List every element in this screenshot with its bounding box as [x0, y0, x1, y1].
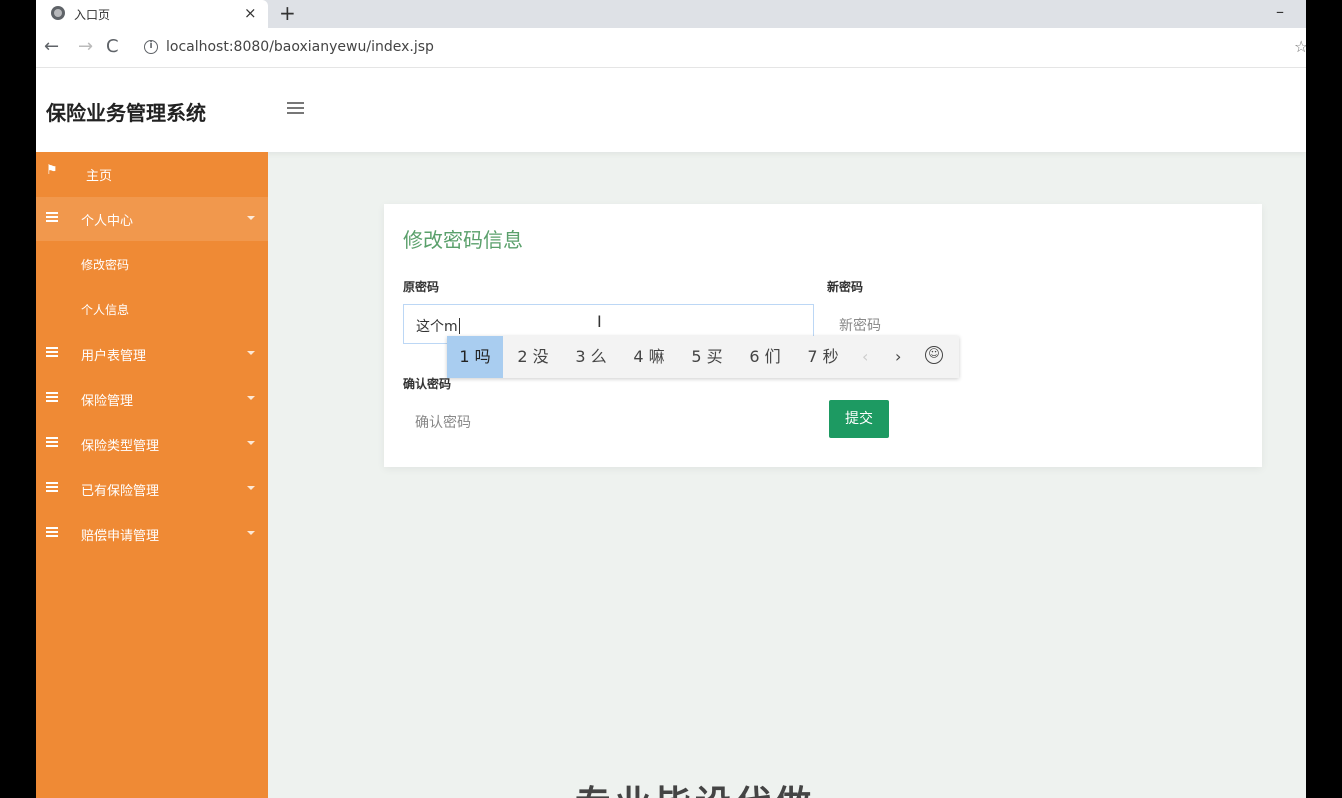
- list-icon: [46, 527, 58, 537]
- caret-down-icon: [247, 396, 255, 400]
- confirm-password-field[interactable]: 确认密码: [403, 401, 814, 441]
- emoji-icon[interactable]: ☺: [925, 346, 943, 364]
- sidebar-item-label: 赔偿申请管理: [81, 529, 160, 544]
- sidebar-item-label: 用户表管理: [81, 349, 147, 364]
- ime-next-page-icon[interactable]: ›: [895, 336, 901, 378]
- caret-down-icon: [247, 441, 255, 445]
- page: 保险业务管理系统 主页 个人中心 修改密码 个人信息: [36, 69, 1306, 798]
- sidebar: 主页 个人中心 修改密码 个人信息 用户表管理: [36, 152, 268, 798]
- caret-down-icon: [247, 216, 255, 220]
- ime-candidate-bar: 1 吗 2 没 3 么 4 嘛 5 买 6 们 7 秒 ‹ › ☺: [447, 336, 959, 378]
- list-icon: [46, 482, 58, 492]
- flag-icon: [46, 163, 58, 178]
- forward-arrow-icon[interactable]: →: [78, 36, 93, 57]
- tab-title: 入口页: [74, 8, 111, 22]
- browser-tab[interactable]: 入口页 ×: [36, 0, 268, 28]
- info-icon[interactable]: i: [144, 40, 158, 54]
- browser-toolbar: ← → C i localhost:8080/baoxianyewu/index…: [36, 28, 1306, 68]
- list-icon: [46, 212, 58, 222]
- sidebar-subitem-change-password[interactable]: 修改密码: [36, 242, 268, 286]
- sidebar-subitem-label: 个人信息: [81, 303, 130, 317]
- caret-down-icon: [247, 486, 255, 490]
- new-password-label: 新密码: [827, 280, 864, 294]
- card-title: 修改密码信息: [403, 228, 523, 252]
- sidebar-item-label: 已有保险管理: [81, 484, 160, 499]
- caret-down-icon: [247, 351, 255, 355]
- ime-candidate[interactable]: 1 吗: [447, 336, 503, 378]
- ime-candidate[interactable]: 7 秒: [795, 336, 851, 378]
- sidebar-item-user-table[interactable]: 用户表管理: [36, 332, 268, 376]
- back-arrow-icon[interactable]: ←: [44, 36, 59, 57]
- hamburger-menu-icon[interactable]: [287, 102, 304, 114]
- app-title: 保险业务管理系统: [46, 101, 206, 125]
- list-icon: [46, 437, 58, 447]
- sidebar-item-label: 保险管理: [81, 394, 134, 409]
- sidebar-item-label: 主页: [86, 169, 113, 184]
- address-bar[interactable]: localhost:8080/baoxianyewu/index.jsp: [166, 39, 434, 55]
- browser-window: 入口页 × + – ← → C i localhost:8080/baoxian…: [36, 0, 1306, 798]
- text-caret: [458, 318, 460, 334]
- sidebar-subitem-personal-info[interactable]: 个人信息: [36, 287, 268, 331]
- list-icon: [46, 347, 58, 357]
- old-password-value: 这个m: [416, 319, 458, 335]
- sidebar-item-insurance-type[interactable]: 保险类型管理: [36, 422, 268, 466]
- submit-button[interactable]: 提交: [829, 400, 889, 438]
- list-icon: [46, 392, 58, 402]
- globe-icon: [51, 6, 65, 20]
- background-banner-text: 专业毕设代做: [575, 775, 815, 798]
- confirm-password-label: 确认密码: [403, 377, 452, 391]
- ime-candidate[interactable]: 3 么: [563, 336, 619, 378]
- close-icon[interactable]: ×: [244, 4, 257, 22]
- text-cursor-icon: I: [597, 312, 602, 331]
- ime-prev-page-icon[interactable]: ‹: [862, 336, 868, 378]
- new-tab-button[interactable]: +: [279, 1, 296, 25]
- screen: 入口页 × + – ← → C i localhost:8080/baoxian…: [0, 0, 1342, 798]
- old-password-label: 原密码: [403, 280, 440, 294]
- ime-candidate[interactable]: 5 买: [679, 336, 735, 378]
- sidebar-item-home[interactable]: 主页: [36, 152, 268, 196]
- ime-candidate[interactable]: 6 们: [737, 336, 793, 378]
- bookmark-star-icon[interactable]: ☆: [1294, 37, 1306, 56]
- sidebar-item-existing-insurance[interactable]: 已有保险管理: [36, 467, 268, 511]
- ime-candidate[interactable]: 2 没: [505, 336, 561, 378]
- sidebar-item-claims[interactable]: 赔偿申请管理: [36, 512, 268, 556]
- reload-icon[interactable]: C: [106, 36, 119, 57]
- sidebar-subitem-label: 修改密码: [81, 258, 130, 272]
- caret-down-icon: [247, 531, 255, 535]
- ime-candidate[interactable]: 4 嘛: [621, 336, 677, 378]
- sidebar-item-insurance[interactable]: 保险管理: [36, 377, 268, 421]
- sidebar-item-label: 保险类型管理: [81, 439, 160, 454]
- minimize-button[interactable]: –: [1276, 2, 1284, 21]
- sidebar-item-personal-center[interactable]: 个人中心: [36, 197, 268, 241]
- sidebar-item-label: 个人中心: [81, 214, 134, 229]
- app-header: 保险业务管理系统: [36, 69, 1306, 152]
- tab-strip: 入口页 × + –: [36, 0, 1306, 28]
